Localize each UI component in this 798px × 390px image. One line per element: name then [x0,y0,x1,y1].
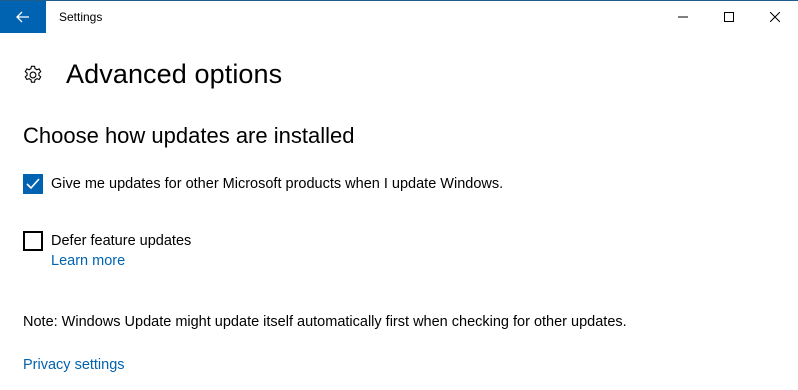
other-products-label: Give me updates for other Microsoft prod… [51,176,504,192]
other-products-option[interactable]: Give me updates for other Microsoft prod… [23,174,503,194]
defer-updates-option[interactable]: Defer feature updates [23,231,191,251]
update-note: Note: Windows Update might update itself… [23,314,627,330]
page-title: Advanced options [66,59,283,89]
title-bar: Settings [0,1,798,33]
minimize-button[interactable] [660,1,706,33]
defer-updates-label: Defer feature updates [51,233,192,249]
minimize-icon [678,16,688,18]
settings-window: Settings Advanced options Choose how upd… [0,0,798,390]
close-icon [770,12,780,22]
section-title: Choose how updates are installed [23,123,355,148]
maximize-button[interactable] [706,1,752,33]
privacy-settings-link[interactable]: Privacy settings [23,357,125,373]
defer-updates-checkbox[interactable] [23,231,43,251]
learn-more-link[interactable]: Learn more [51,253,125,269]
back-button[interactable] [0,1,46,33]
close-button[interactable] [752,1,798,33]
window-title: Settings [59,10,103,24]
back-arrow-icon [16,11,29,23]
other-products-checkbox[interactable] [23,174,43,194]
gear-icon [24,65,42,83]
checkmark-icon [26,178,40,190]
maximize-icon [724,12,734,22]
